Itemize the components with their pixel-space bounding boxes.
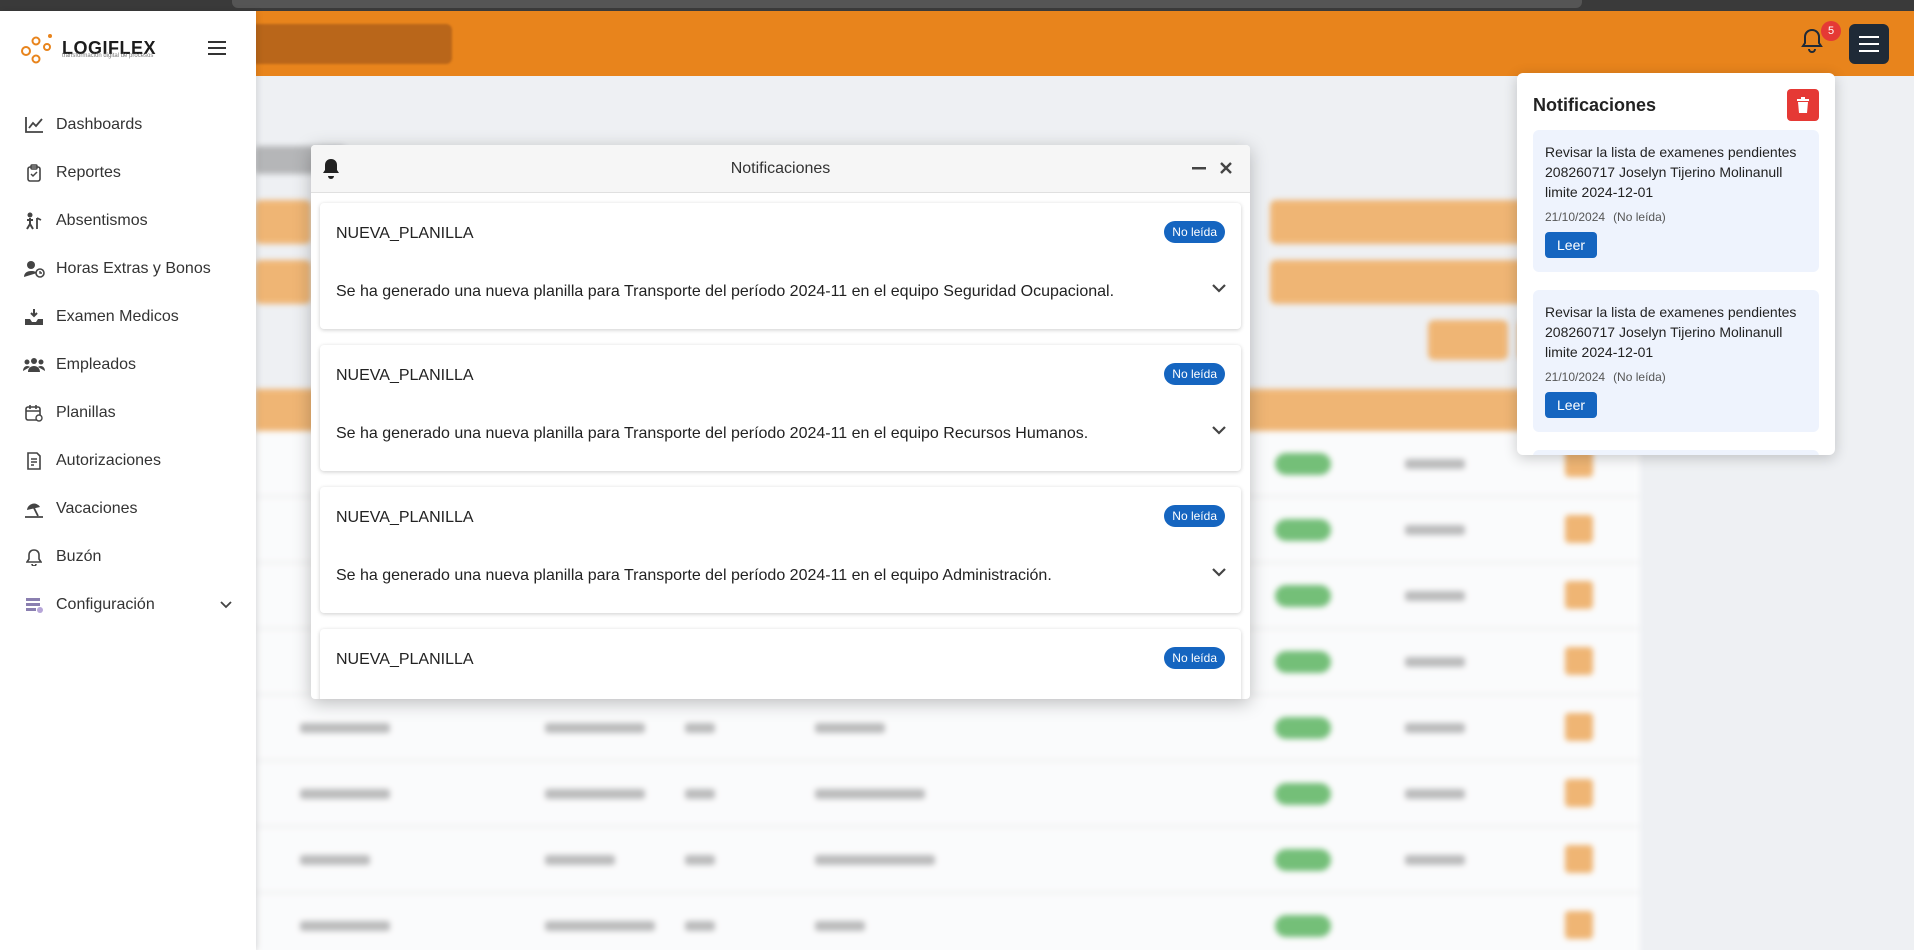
clipboard-icon xyxy=(22,163,46,183)
sidebar-item-label: Vacaciones xyxy=(56,500,138,517)
notification-card[interactable]: NUEVA_PLANILLA No leída Se ha generado u… xyxy=(320,487,1241,613)
notification-card[interactable]: NUEVA_PLANILLA No leída Se ha generado u… xyxy=(320,345,1241,471)
medical-icon xyxy=(22,307,46,327)
chart-line-icon xyxy=(22,115,46,135)
sidebar-item-label: Absentismos xyxy=(56,212,148,229)
chevron-down-icon xyxy=(1212,568,1226,577)
sidebar-item-label: Dashboards xyxy=(56,116,143,133)
notification-message: Se ha generado una nueva planilla para T… xyxy=(336,283,1115,300)
people-icon xyxy=(22,355,46,375)
close-button[interactable] xyxy=(1218,158,1234,183)
user-menu-button[interactable] xyxy=(1849,24,1889,64)
notification-message: Se ha generado una nueva planilla para T… xyxy=(336,567,1052,584)
expand-button[interactable] xyxy=(1211,424,1227,442)
notification-card[interactable]: NUEVA_PLANILLA No leída Se ha generado u… xyxy=(320,203,1241,329)
notification-title: NUEVA_PLANILLA xyxy=(336,367,474,384)
person-walking-icon xyxy=(22,211,46,231)
chevron-down-icon xyxy=(1212,284,1226,293)
sidebar-item-label: Autorizaciones xyxy=(56,452,161,469)
read-button[interactable]: Leer xyxy=(1545,392,1598,418)
trash-icon xyxy=(1797,97,1809,113)
notifications-modal: Notificaciones NUEVA_PLANILLA No leída S… xyxy=(311,145,1250,699)
notification-date: 21/10/2024 xyxy=(1545,210,1606,224)
expand-button[interactable] xyxy=(1211,566,1227,584)
sidebar-item-label: Configuración xyxy=(56,596,155,613)
sidebar-toggle-button[interactable] xyxy=(208,40,232,60)
sidebar-item-absentismos[interactable]: Absentismos xyxy=(0,197,256,245)
modal-title: Notificaciones xyxy=(730,160,831,177)
browser-strip xyxy=(0,0,1914,11)
notification-message: Se ha generado una nueva planilla para T… xyxy=(336,425,1089,442)
sidebar-nav: Dashboards Reportes Absentismos Horas Ex… xyxy=(0,101,256,629)
notification-item: Revisar la lista de examenes pendientes … xyxy=(1533,130,1819,272)
notification-status: (No leída) xyxy=(1613,210,1666,224)
status-badge: No leída xyxy=(1164,505,1225,527)
status-badge: No leída xyxy=(1164,647,1225,669)
notifications-dropdown: Notificaciones Revisar la lista de exame… xyxy=(1517,73,1835,455)
sidebar-item-buzon[interactable]: Buzón xyxy=(0,533,256,581)
chevron-down-icon xyxy=(1212,426,1226,435)
sidebar-item-label: Buzón xyxy=(56,548,102,565)
notification-count-badge: 5 xyxy=(1821,21,1841,41)
status-badge: No leída xyxy=(1164,221,1225,243)
sidebar-item-label: Empleados xyxy=(56,356,137,373)
sidebar: LOGIFLEX transformación digital de proce… xyxy=(0,11,256,950)
menu-icon xyxy=(1859,36,1879,52)
sidebar-item-horas-extras[interactable]: Horas Extras y Bonos xyxy=(0,245,256,293)
modal-header: Notificaciones xyxy=(311,145,1250,193)
settings-icon xyxy=(22,595,46,615)
sidebar-item-label: Horas Extras y Bonos xyxy=(56,260,211,277)
sidebar-item-examen-medicos[interactable]: Examen Medicos xyxy=(0,293,256,341)
dropdown-title: Notificaciones xyxy=(1533,95,1657,115)
sidebar-item-empleados[interactable]: Empleados xyxy=(0,341,256,389)
read-button[interactable]: Leer xyxy=(1545,232,1598,258)
notification-text: Revisar la lista de examenes pendientes … xyxy=(1545,144,1797,200)
minimize-button[interactable] xyxy=(1191,158,1207,183)
umbrella-beach-icon xyxy=(22,499,46,519)
notification-text: Revisar la lista de examenes pendientes … xyxy=(1545,304,1797,360)
sidebar-item-reportes[interactable]: Reportes xyxy=(0,149,256,197)
minus-icon xyxy=(1192,167,1206,170)
sidebar-item-configuracion[interactable]: Configuración xyxy=(0,581,256,629)
sidebar-item-label: Planillas xyxy=(56,404,116,421)
notification-card[interactable]: NUEVA_PLANILLA No leída xyxy=(320,629,1241,699)
bell-icon xyxy=(22,547,46,567)
sidebar-item-planillas[interactable]: Planillas xyxy=(0,389,256,437)
notification-date: 21/10/2024 xyxy=(1545,370,1606,384)
logo-mark-icon xyxy=(20,31,56,65)
delete-all-button[interactable] xyxy=(1787,89,1819,121)
hamburger-icon xyxy=(208,41,226,55)
notification-title: NUEVA_PLANILLA xyxy=(336,225,474,242)
expand-button[interactable] xyxy=(1211,282,1227,300)
sidebar-item-vacaciones[interactable]: Vacaciones xyxy=(0,485,256,533)
sidebar-item-label: Reportes xyxy=(56,164,121,181)
status-badge: No leída xyxy=(1164,363,1225,385)
user-clock-icon xyxy=(22,259,46,279)
document-check-icon xyxy=(22,451,46,471)
notification-title: NUEVA_PLANILLA xyxy=(336,509,474,526)
close-icon xyxy=(1220,162,1232,174)
logo[interactable]: LOGIFLEX transformación digital de proce… xyxy=(20,31,156,65)
notification-item: Revisar la lista de examenes pendientes … xyxy=(1533,290,1819,432)
sidebar-item-label: Examen Medicos xyxy=(56,308,179,325)
modal-body: NUEVA_PLANILLA No leída Se ha generado u… xyxy=(311,193,1250,699)
notification-status: (No leída) xyxy=(1613,370,1666,384)
sidebar-item-dashboards[interactable]: Dashboards xyxy=(0,101,256,149)
notification-title: NUEVA_PLANILLA xyxy=(336,651,474,668)
sidebar-item-autorizaciones[interactable]: Autorizaciones xyxy=(0,437,256,485)
chevron-down-icon xyxy=(220,596,232,614)
calendar-icon xyxy=(22,403,46,423)
notification-item xyxy=(1533,450,1819,455)
logo-subtitle: transformación digital de procesos xyxy=(62,53,154,59)
